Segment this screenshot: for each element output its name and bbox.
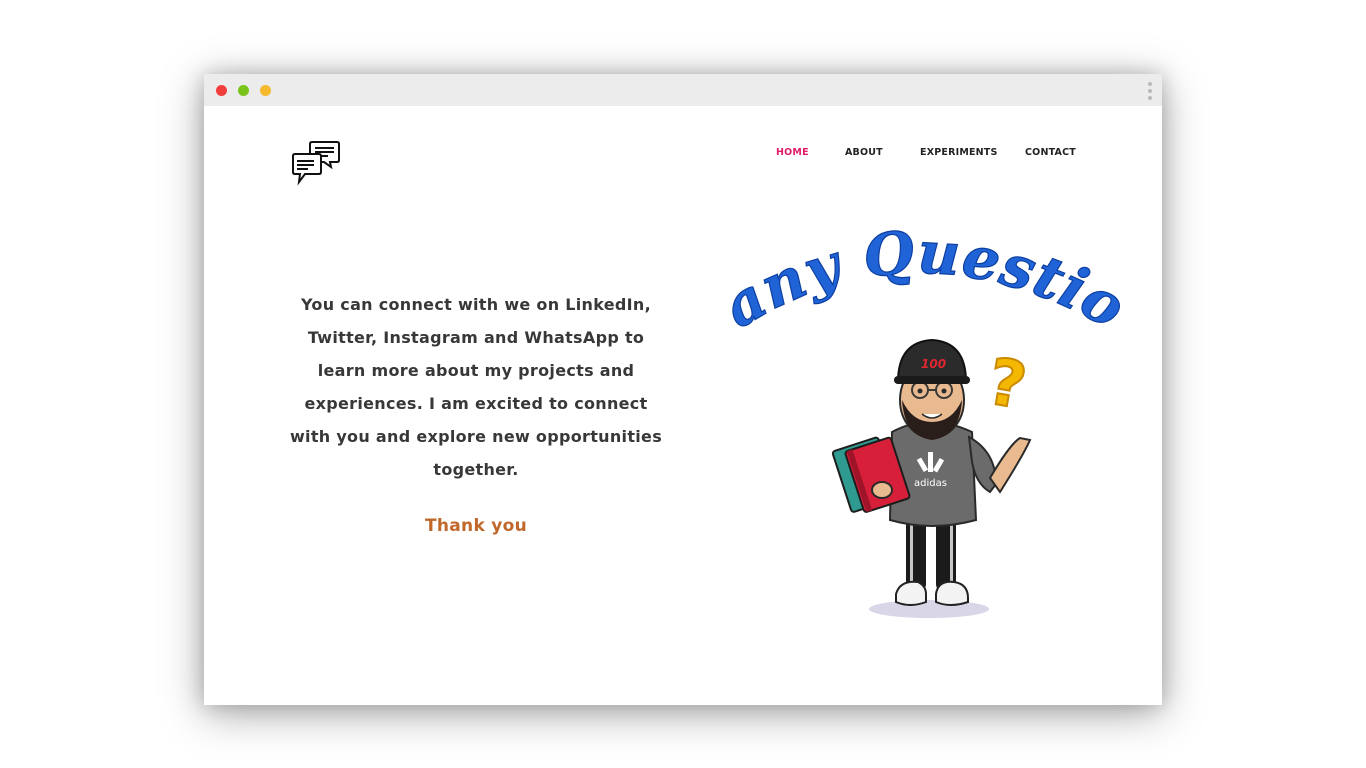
nav-experiments[interactable]: EXPERIMENTS [920, 147, 998, 158]
question-mark-icon: ? [982, 345, 1031, 424]
contact-message: You can connect with we on LinkedIn, Twi… [289, 295, 663, 479]
title-bar [204, 74, 1162, 106]
svg-text:adidas: adidas [914, 478, 947, 489]
cap-badge: 100 [921, 357, 946, 371]
thank-you-text: Thank you [424, 516, 528, 536]
more-options-icon[interactable] [1148, 82, 1152, 100]
nav-about[interactable]: ABOUT [845, 147, 883, 158]
close-window-button[interactable] [216, 85, 227, 96]
nav-home[interactable]: HOME [776, 147, 809, 158]
browser-window: HOME ABOUT EXPERIMENTS CONTACT You can c… [204, 74, 1162, 705]
nav-contact[interactable]: CONTACT [1025, 147, 1076, 158]
maximize-window-button[interactable] [238, 85, 249, 96]
minimize-window-button[interactable] [260, 85, 271, 96]
any-questions-illustration: any Questions? ? [692, 167, 1137, 632]
illustration-heading: any Questions? [714, 222, 1134, 342]
chat-bubbles-icon[interactable] [292, 140, 340, 186]
